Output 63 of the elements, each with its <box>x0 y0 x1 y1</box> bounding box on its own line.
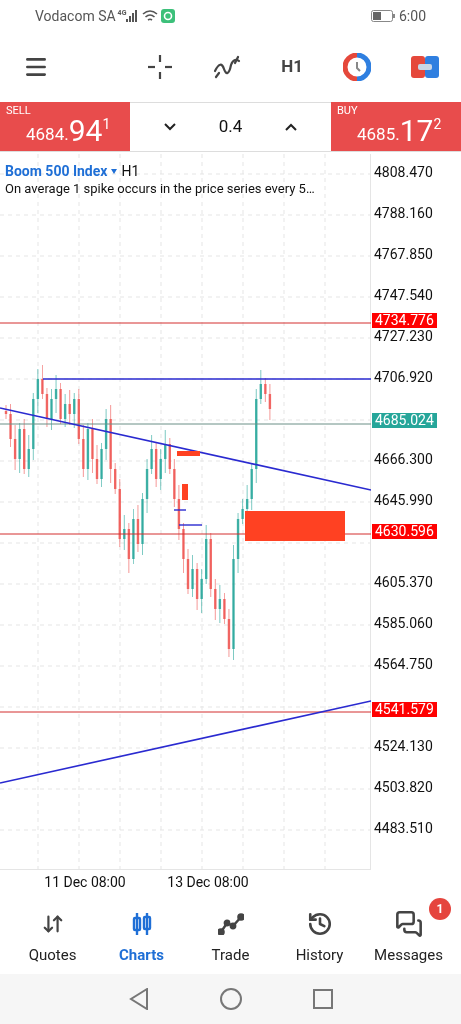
indicator-icon[interactable] <box>213 55 242 79</box>
back-icon[interactable] <box>128 988 149 1010</box>
price-axis-label: 4645.990 <box>374 493 433 507</box>
symbol-name[interactable]: Boom 500 Index <box>5 162 108 180</box>
price-axis-label: 4666.300 <box>374 452 433 466</box>
horizontal-line <box>178 524 203 526</box>
nav-tab[interactable]: Charts <box>97 897 186 971</box>
messages-icon <box>394 909 423 938</box>
price-axis-label: 4524.130 <box>374 739 433 753</box>
price-axis-label: 4788.160 <box>374 206 433 220</box>
price-axis-label: 4483.510 <box>374 821 433 835</box>
battery-icon <box>371 10 395 22</box>
trade-button-icon[interactable] <box>411 56 439 78</box>
price-superscript: 2 <box>433 117 442 131</box>
clock-icon[interactable] <box>343 53 371 81</box>
candlestick-icon <box>130 911 153 936</box>
zone-rectangle <box>177 451 200 456</box>
line-chart-icon <box>217 912 244 935</box>
carrier-name: Vodacom SA <box>35 6 116 26</box>
price-axis-label: 4585.060 <box>374 616 433 630</box>
nav-tab[interactable]: 1 Messages <box>364 897 453 971</box>
history-icon <box>306 910 333 937</box>
price-axis-label: 4767.850 <box>374 247 433 261</box>
price-axis-label: 4605.370 <box>374 575 433 589</box>
nav-tab[interactable]: Trade <box>186 897 275 971</box>
app-notification-icon <box>161 9 176 23</box>
notification-badge: 1 <box>429 897 451 920</box>
recents-icon[interactable] <box>312 989 333 1009</box>
price-side-label: SELL <box>6 105 32 117</box>
price-tag: 4541.579 <box>372 702 437 717</box>
price-axis-label: 4564.750 <box>374 657 433 671</box>
time-axis-label: 13 Dec 08:00 <box>167 874 249 890</box>
price-big-digits: 17 <box>399 115 434 147</box>
price-digits: 4684. <box>26 124 69 144</box>
price-digits: 4685. <box>357 124 400 144</box>
price-axis-label: 4503.820 <box>374 780 433 794</box>
price-tag: 4685.024 <box>372 413 437 428</box>
price-axis-label: 4706.920 <box>374 370 433 384</box>
price-big-digits: 94 <box>68 115 103 147</box>
chevron-down-icon <box>164 123 176 131</box>
symbol-description: On average 1 spike occurs in the price series every 5… <box>5 180 315 198</box>
price-axis-label: 4727.230 <box>374 329 433 343</box>
signal-icon <box>126 10 139 22</box>
time-axis-label: 11 Dec 08:00 <box>44 874 126 890</box>
lot-size-value[interactable]: 0.4 <box>218 114 243 140</box>
home-icon[interactable] <box>218 987 243 1011</box>
price-axis-label: 4747.540 <box>374 288 433 302</box>
chevron-up-icon <box>285 123 297 131</box>
clock-time: 6:00 <box>399 6 426 26</box>
price-side-label: BUY <box>337 105 359 117</box>
price-axis-label: 4808.470 <box>374 165 433 179</box>
crosshair-icon[interactable] <box>147 54 174 80</box>
timeframe-button[interactable]: H1 <box>281 54 303 80</box>
nav-tab[interactable]: Quotes <box>8 897 97 971</box>
dropdown-icon[interactable] <box>111 168 118 174</box>
price-superscript: 1 <box>102 117 111 131</box>
chart-timeframe: H1 <box>121 162 140 180</box>
price-tag: 4630.596 <box>372 524 437 539</box>
zone-rectangle <box>182 484 188 500</box>
nav-tab[interactable]: History <box>275 897 364 971</box>
wifi-icon <box>142 10 159 22</box>
horizontal-line <box>173 509 187 511</box>
price-tag: 4734.776 <box>372 313 437 328</box>
